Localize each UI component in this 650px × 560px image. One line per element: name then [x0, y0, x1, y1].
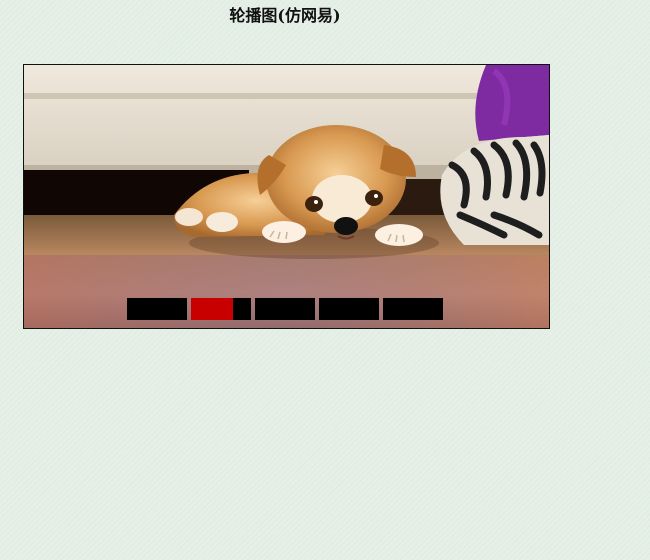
indicator-1[interactable]: [127, 298, 187, 320]
page-title: 轮播图(仿网易): [229, 6, 341, 25]
carousel-indicators: [127, 298, 443, 320]
indicator-2[interactable]: [191, 298, 251, 320]
indicator-5[interactable]: [383, 298, 443, 320]
carousel[interactable]: [23, 64, 550, 329]
slide-image-puppy: [24, 65, 549, 328]
indicator-3[interactable]: [255, 298, 315, 320]
indicator-2-progress: [191, 298, 233, 320]
indicator-4[interactable]: [319, 298, 379, 320]
